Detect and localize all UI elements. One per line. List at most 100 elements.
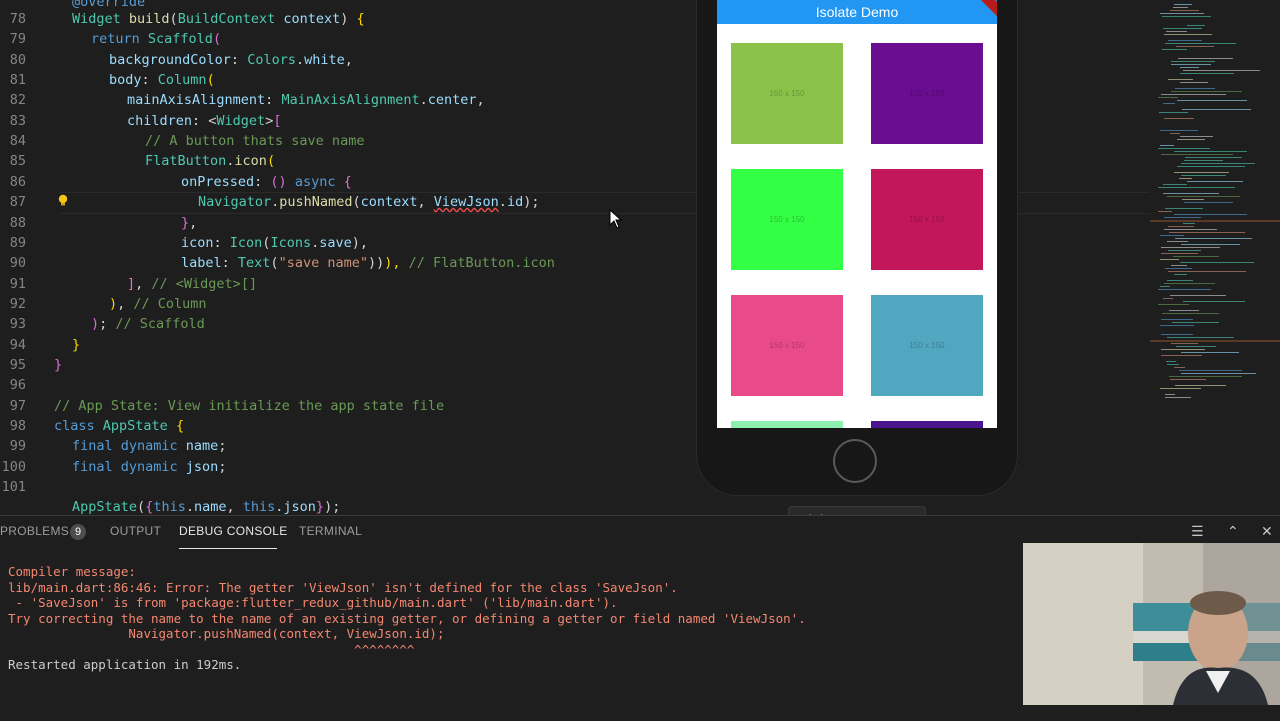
tab-problems[interactable]: PROBLEMS [0,524,69,538]
image-tile[interactable]: 150 x 150 [871,43,983,144]
code-token: : [213,234,230,251]
list-filter-icon[interactable]: ☰ [1191,524,1204,540]
image-tile[interactable]: 150 x 150 [731,421,843,428]
code-text: AppState({this.name, this.json}); [72,497,340,515]
code-token: center [427,92,477,109]
minimap-line [1184,160,1223,161]
code-token: Navigator [198,194,272,211]
minimap-line [1169,310,1199,311]
line-number: 83 [9,112,26,129]
code-text: return Scaffold( [91,29,221,49]
minimap-line [1161,319,1193,320]
line-number: 89 [9,234,26,251]
line-number: 85 [9,153,26,170]
image-tile[interactable]: 150 x 150 [731,43,843,144]
code-line[interactable]: AppState({this.name, this.json}); [0,497,1150,515]
lightbulb-icon[interactable] [56,193,70,207]
code-token: body [109,72,142,89]
image-tile[interactable]: 150 x 150 [871,421,983,428]
webcam-person-image [1023,543,1280,705]
code-token: } [181,214,190,231]
home-button[interactable] [833,439,877,483]
mouse-pointer-icon [609,209,623,229]
code-token: , [417,194,434,211]
simulator-screen[interactable]: Isolate Demo 150 x 150 150 x 150 150 x 150… [717,0,997,428]
code-text: onPressed: () async { [181,172,352,192]
minimap-line [1179,178,1192,179]
code-token: // Scaffold [107,316,205,333]
minimap-line [1180,262,1254,263]
code-token: pushNamed [279,194,353,211]
minimap-line [1175,88,1215,89]
code-token: context [360,194,418,211]
line-number: 97 [9,397,26,414]
code-token: class [54,418,103,434]
image-tile-label: 150 x 150 [909,215,945,224]
chevron-up-icon[interactable]: ⌃ [1227,524,1239,540]
minimap-line [1180,67,1199,68]
minimap-line [1161,247,1220,248]
code-text: final dynamic json; [72,457,226,477]
console-error-line: lib/main.dart:86:46: Error: The getter '… [8,579,678,595]
image-tile[interactable]: 150 x 150 [731,295,843,396]
code-token: ( [270,255,279,272]
code-token: . [185,499,194,515]
minimap-line [1177,139,1205,140]
code-token: icon [181,234,214,251]
tab-output[interactable]: OUTPUT [110,524,161,538]
minimap-line [1167,280,1193,281]
code-token: ) [109,295,118,312]
minimap-line [1163,28,1202,29]
code-token: . [419,92,428,109]
image-tile[interactable]: 150 x 150 [871,295,983,396]
minimap-line [1183,301,1245,302]
minimap-line [1167,196,1240,197]
line-number: 81 [9,72,26,89]
image-tile-label: 150 x 150 [909,341,945,350]
minimap-line [1181,175,1226,176]
minimap-line [1168,226,1194,227]
line-number: 95 [9,356,26,373]
code-token: mainAxisAlignment [127,92,266,109]
minimap-line [1166,31,1187,32]
code-token: } [72,336,81,353]
line-number: 98 [9,418,26,434]
minimap-line [1183,223,1195,224]
minimap-line [1173,7,1188,8]
code-token: Widget [72,11,129,27]
code-token: ( [169,11,178,27]
minimap-line [1164,118,1194,119]
code-editor[interactable]: @override 78 Widget build(BuildContext con… [0,0,1280,515]
minimap-line [1179,370,1242,371]
close-icon[interactable]: ✕ [1261,524,1273,540]
code-token: } [54,356,63,373]
tab-debug-console[interactable]: DEBUG CONSOLE [179,524,288,538]
code-token: Icons [270,234,312,251]
minimap-line [1171,91,1242,92]
console-error-line: Compiler message: [8,564,136,579]
code-token: Widget [216,112,266,129]
code-token: children [127,112,193,129]
tab-terminal[interactable]: TERMINAL [299,524,362,538]
minimap[interactable] [1150,0,1280,515]
image-tile[interactable]: 150 x 150 [871,169,983,270]
minimap-line [1168,271,1246,272]
minimap-line [1161,349,1205,350]
minimap-line [1162,49,1187,50]
minimap-line [1160,325,1194,326]
minimap-line [1175,238,1252,239]
code-token: [ [273,112,282,129]
image-tile-label: 150 x 150 [769,89,805,98]
code-token: )) [367,255,385,272]
code-token: , [344,51,353,68]
code-token: { [356,11,365,27]
app-bar: Isolate Demo [717,0,997,24]
code-token: Colors [247,51,296,68]
line-number: 87 [9,194,26,211]
code-token: BuildContext [177,11,284,27]
app-bar-title: Isolate Demo [815,4,899,20]
code-token: // A button thats save name [145,133,365,150]
minimap-line [1170,10,1199,11]
minimap-line [1170,379,1206,380]
image-tile[interactable]: 150 x 150 [731,169,843,270]
